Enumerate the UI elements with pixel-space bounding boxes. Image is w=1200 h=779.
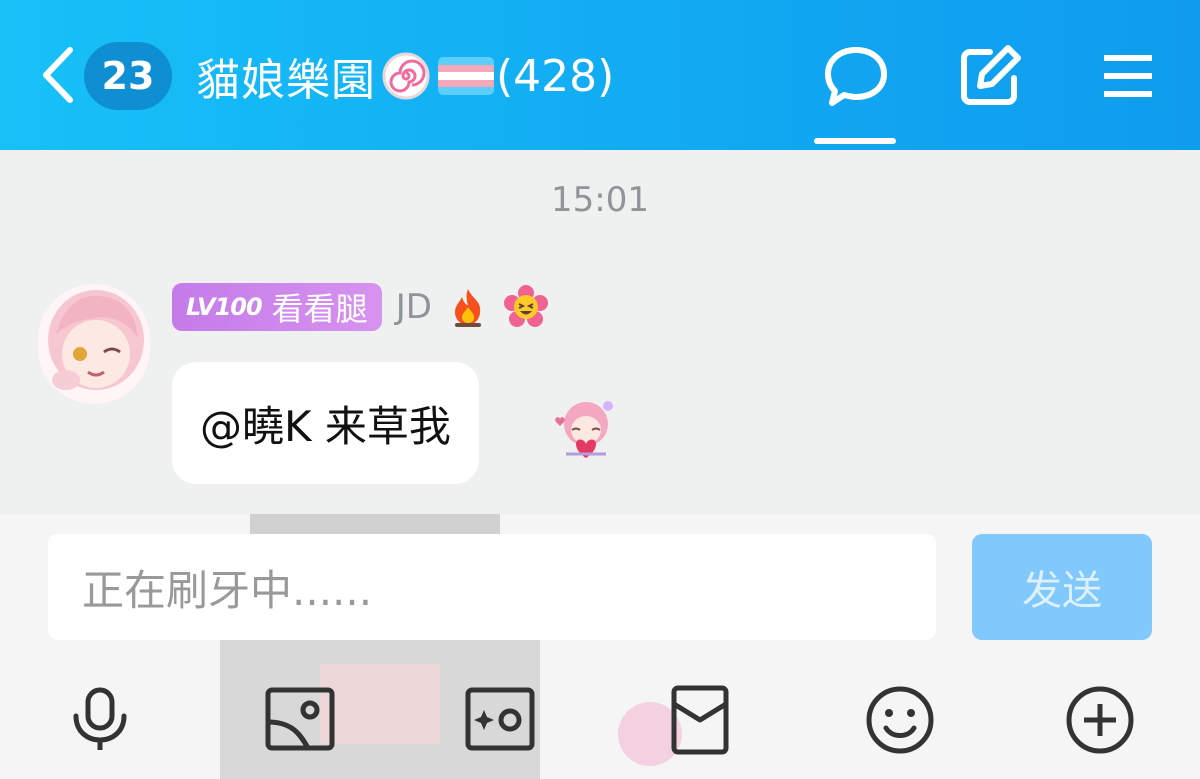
member-title: 看看腿 xyxy=(271,290,368,328)
back-button[interactable] xyxy=(36,44,80,106)
emoji-icon[interactable] xyxy=(864,684,936,756)
image-icon[interactable] xyxy=(264,684,336,756)
level-text: LV100 xyxy=(186,293,263,321)
camera-icon[interactable] xyxy=(464,684,536,756)
edit-icon[interactable] xyxy=(954,40,1026,112)
trans-flag-icon xyxy=(438,57,494,95)
active-tab-indicator xyxy=(814,138,896,144)
member-count: (428) xyxy=(496,50,615,102)
sender-name[interactable]: JD xyxy=(396,287,432,327)
anime-sticker-icon xyxy=(555,401,613,458)
group-name: 貓娘樂園 xyxy=(196,55,376,106)
fire-icon xyxy=(454,289,481,327)
unread-count-badge[interactable]: 23 xyxy=(84,42,172,110)
microphone-icon[interactable] xyxy=(64,684,136,756)
menu-icon[interactable] xyxy=(1092,40,1164,112)
level-badge: LV100 看看腿 xyxy=(172,283,382,331)
anime-girl-avatar-icon xyxy=(38,284,150,404)
send-button[interactable]: 发送 xyxy=(972,534,1152,640)
message-input[interactable]: 正在刷牙中...... xyxy=(48,534,936,640)
chat-bubble-icon[interactable] xyxy=(820,40,892,112)
narutomaki-icon xyxy=(382,52,430,100)
group-title[interactable]: 貓娘樂園 (428) xyxy=(196,45,614,107)
laughing-flower-icon xyxy=(503,285,548,327)
sender-info: LV100 看看腿 JD xyxy=(172,282,548,332)
message-timestamp: 15:01 xyxy=(551,180,649,220)
avatar[interactable] xyxy=(38,284,150,404)
red-packet-icon[interactable] xyxy=(664,684,736,756)
chevron-left-icon xyxy=(43,47,73,103)
plus-icon[interactable] xyxy=(1064,684,1136,756)
message-bubble[interactable]: @曉K 来草我 xyxy=(172,362,479,484)
chat-header: 23 貓娘樂園 (428) xyxy=(0,0,1200,150)
